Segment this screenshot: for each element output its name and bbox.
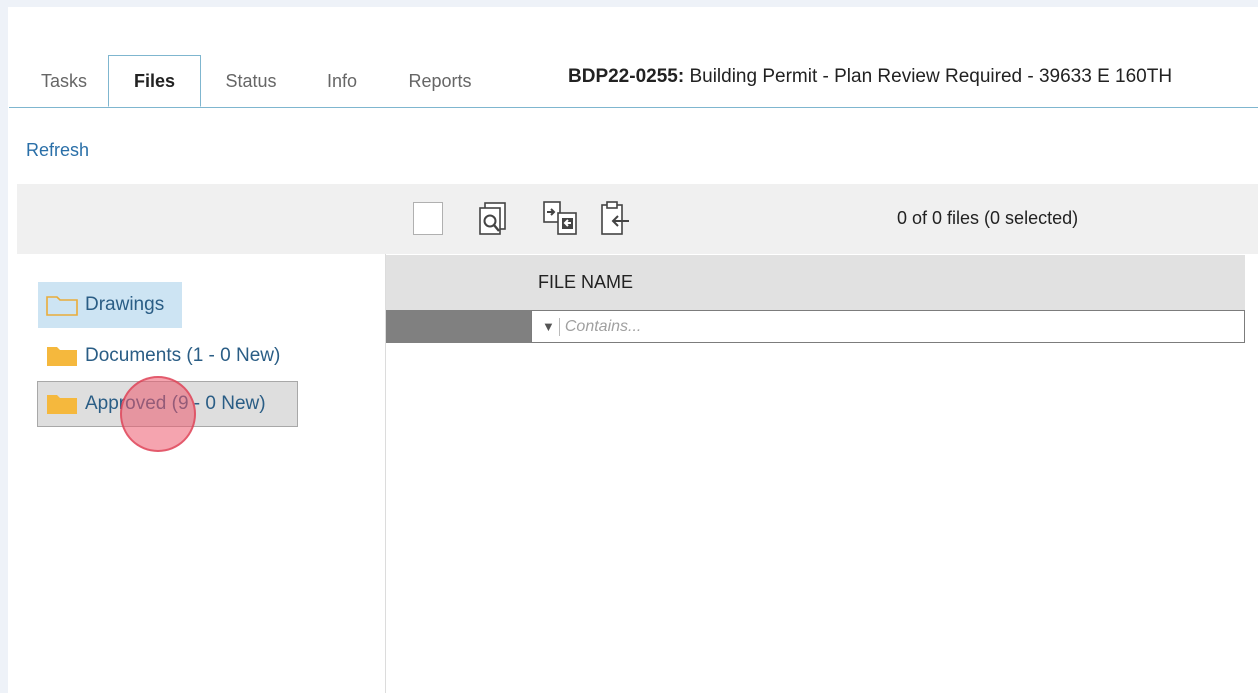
filter-funnel-icon[interactable]: ▼ <box>542 319 555 334</box>
folder-icon <box>47 347 77 366</box>
tab-info[interactable]: Info <box>309 55 375 107</box>
permit-description: Building Permit - Plan Review Required -… <box>689 66 1173 87</box>
tab-reports-label: Reports <box>408 70 472 91</box>
folder-outline-icon <box>46 296 78 316</box>
permit-id: BDP22-0255: <box>568 66 685 87</box>
filter-separator <box>558 317 560 336</box>
select-all-checkbox[interactable] <box>413 202 443 235</box>
folder-label: Drawings <box>85 294 165 315</box>
tab-tasks[interactable]: Tasks <box>26 55 102 107</box>
transfer-out-icon[interactable] <box>597 200 635 238</box>
filter-row-spacer <box>386 310 531 343</box>
tab-status[interactable]: Status <box>207 55 295 107</box>
refresh-link[interactable]: Refresh <box>26 140 89 161</box>
tab-info-label: Info <box>326 70 358 91</box>
file-count-status: 0 of 0 files (0 selected) <box>897 208 1079 228</box>
folder-label: Documents (1 - 0 New) <box>85 345 281 366</box>
tab-underline <box>9 107 1258 108</box>
page-title: BDP22-0255: Building Permit - Plan Revie… <box>568 66 1172 88</box>
tab-reports[interactable]: Reports <box>392 55 488 107</box>
tab-files[interactable]: Files <box>108 55 201 107</box>
tab-tasks-label: Tasks <box>40 70 87 91</box>
grid-header <box>386 255 1245 310</box>
file-name-filter-input[interactable] <box>564 317 1165 336</box>
column-header-file-name[interactable]: FILE NAME <box>538 272 633 293</box>
tab-status-label: Status <box>225 70 277 91</box>
folder-item-documents[interactable]: Documents (1 - 0 New) <box>38 333 318 379</box>
folder-item-approved[interactable]: Approved (9 - 0 New) <box>37 381 298 427</box>
folder-item-drawings[interactable]: Drawings <box>38 282 182 328</box>
folder-label: Approved (9 - 0 New) <box>85 393 266 414</box>
tab-files-label: Files <box>133 70 176 91</box>
transfer-in-icon[interactable] <box>541 200 579 238</box>
folder-icon <box>47 395 77 414</box>
filter-cell: ▼ <box>531 310 1245 343</box>
preview-icon[interactable] <box>476 200 514 238</box>
